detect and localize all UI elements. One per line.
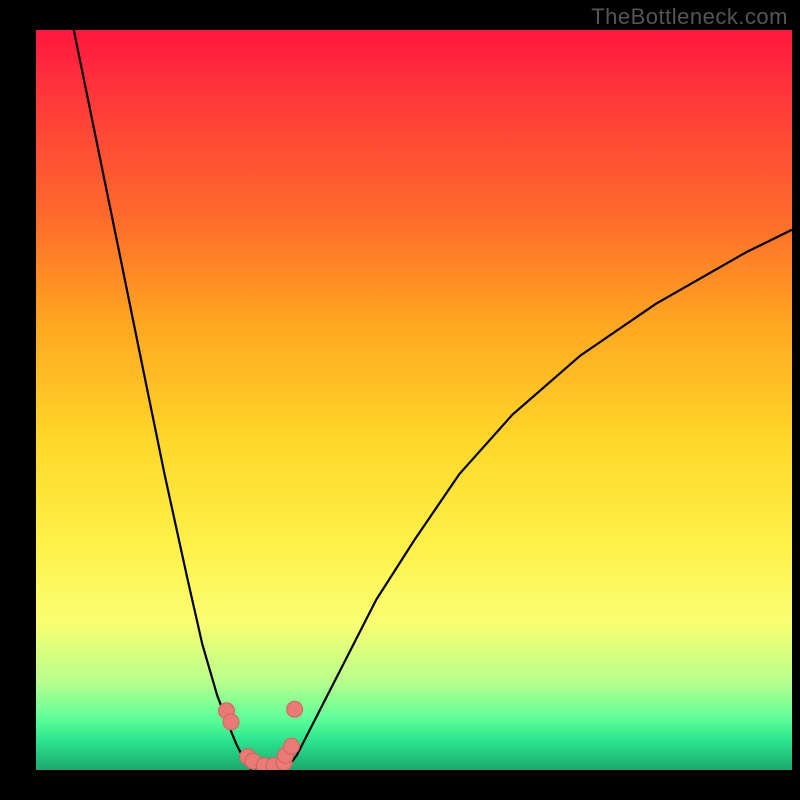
watermark-text: TheBottleneck.com — [591, 4, 788, 30]
data-point — [287, 701, 303, 717]
curve-left — [74, 30, 252, 770]
scatter-points — [219, 701, 303, 770]
data-point — [223, 714, 239, 730]
data-point — [284, 738, 300, 754]
chart-svg — [36, 30, 792, 770]
plot-area — [36, 30, 792, 770]
chart-container: TheBottleneck.com — [0, 0, 800, 800]
curve-right — [286, 230, 793, 770]
